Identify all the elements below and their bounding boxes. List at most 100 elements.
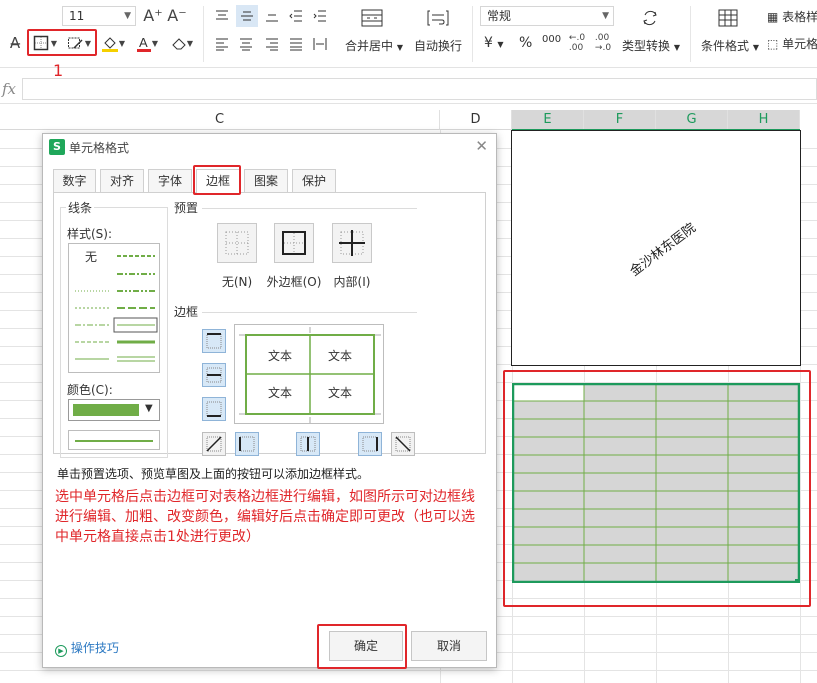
tab-protect[interactable]: 保护 — [292, 169, 336, 193]
close-icon[interactable]: ✕ — [475, 137, 488, 155]
currency-button[interactable]: ¥ ▼ — [484, 35, 504, 51]
tab-pattern[interactable]: 图案 — [244, 169, 288, 193]
conditional-format-icon-button[interactable] — [716, 6, 740, 30]
dialog-titlebar[interactable]: S 单元格格式 ✕ — [43, 134, 496, 160]
preset-outline-label: 外边框(O) — [266, 275, 322, 289]
formula-bar: fx — [0, 76, 817, 104]
color-picker[interactable]: ▼ — [68, 399, 160, 421]
annotation-box-border — [27, 29, 97, 56]
annotation-box-ok — [317, 624, 407, 669]
column-header-h[interactable]: H — [728, 110, 800, 130]
border-bottom-button[interactable] — [202, 397, 226, 421]
tab-align[interactable]: 对齐 — [100, 169, 144, 193]
number-format-combo[interactable]: 常规 ▼ — [480, 6, 614, 26]
dialog-title: 单元格格式 — [69, 141, 130, 155]
merge-center-icon-button[interactable] — [358, 6, 386, 30]
percent-button[interactable]: % — [519, 35, 532, 51]
decrease-decimal-button[interactable]: .00 →.0 — [592, 32, 614, 54]
preset-none-button[interactable] — [217, 223, 257, 263]
eraser-button[interactable]: ▼ — [168, 32, 196, 54]
font-size-value: 11 — [69, 9, 85, 23]
border-middle-v-button[interactable] — [296, 432, 320, 456]
border-right-icon — [362, 436, 378, 452]
border-none-icon — [225, 231, 249, 255]
ribbon-separator — [690, 6, 691, 62]
column-label: G — [686, 112, 697, 127]
distributed-icon — [313, 38, 327, 50]
line-preview — [68, 430, 160, 450]
indent-increase-button[interactable] — [310, 6, 330, 26]
column-header-f[interactable]: F — [584, 110, 656, 130]
column-header-c[interactable]: C — [0, 110, 440, 130]
fx-icon[interactable]: fx — [2, 80, 16, 98]
line-style-list[interactable]: 无 — [68, 243, 160, 373]
border-top-button[interactable] — [202, 329, 226, 353]
border-top-icon — [206, 333, 222, 349]
cell-style-label: 单元格 — [782, 37, 817, 51]
fill-color-button[interactable]: ▼ — [100, 32, 126, 54]
wrap-text-icon-button[interactable] — [424, 6, 452, 30]
thousands-button[interactable]: 000 — [542, 34, 561, 45]
font-grow-button[interactable]: A⁺ — [143, 4, 163, 26]
column-header-e[interactable]: E — [512, 110, 584, 130]
type-convert-icon-button[interactable] — [638, 6, 662, 30]
increase-decimal-icon: ←.0.00 — [568, 33, 586, 53]
font-size-combo[interactable]: 11 ▼ — [62, 6, 136, 26]
preset-outline-button[interactable] — [274, 223, 314, 263]
border-right-button[interactable] — [358, 432, 382, 456]
column-label: H — [758, 112, 769, 127]
merged-cell[interactable]: 金沙林东医院 — [511, 130, 801, 366]
border-hint-text: 单击预置选项、预览草图及上面的按钮可以添加边框样式。 — [57, 467, 370, 481]
tab-font[interactable]: 字体 — [148, 169, 192, 193]
font-shrink-button[interactable]: A⁻ — [167, 4, 187, 26]
font-color-button[interactable]: A ▼ — [134, 32, 160, 54]
align-left-button[interactable] — [212, 34, 232, 54]
tab-number[interactable]: 数字 — [53, 169, 96, 193]
border-vertical-icon — [300, 436, 316, 452]
conditional-format-button[interactable]: 条件格式 ▼ — [701, 37, 759, 54]
align-middle-button[interactable] — [236, 5, 258, 27]
align-bottom-button[interactable] — [262, 6, 282, 26]
cell-style-button[interactable]: ⬚ 单元格 — [767, 35, 817, 52]
align-right-button[interactable] — [262, 34, 282, 54]
line-group-label: 线条 — [66, 199, 95, 216]
align-left-icon — [216, 38, 228, 51]
type-convert-button[interactable]: 类型转换 ▼ — [622, 37, 680, 54]
distributed-button[interactable] — [310, 34, 330, 54]
border-preview-area[interactable]: 文本 文本 文本 文本 — [234, 324, 384, 424]
border-diagonal-down-button[interactable] — [391, 432, 415, 456]
grid-row-line — [0, 670, 817, 671]
tips-link[interactable]: ▶ 操作技巧 — [55, 639, 119, 657]
preset-divider — [202, 208, 417, 209]
indent-decrease-button[interactable] — [286, 6, 306, 26]
chevron-down-icon: ▼ — [752, 43, 759, 52]
column-label: E — [543, 112, 552, 127]
diagonal-up-icon — [206, 436, 222, 452]
font-size-up-label: A⁺ — [143, 5, 163, 25]
chevron-down-icon: ▼ — [186, 38, 194, 48]
increase-decimal-button[interactable]: ←.0.00 — [566, 32, 588, 54]
table-style-button[interactable]: ▦ 表格样 — [767, 8, 817, 25]
chevron-down-icon: ▼ — [124, 11, 131, 21]
justify-button[interactable] — [286, 34, 306, 54]
border-middle-h-button[interactable] — [202, 363, 226, 387]
merge-center-button[interactable]: 合并居中 ▼ — [345, 37, 403, 54]
ribbon-toolbar: 11 ▼ A⁺ A⁻ A̶ ▼ ▼ 1 ▼ A ▼ ▼ 合并居中 ▼ 自动换行 … — [0, 0, 817, 80]
align-top-button[interactable] — [212, 6, 232, 26]
wps-logo-icon: S — [49, 139, 65, 155]
preset-inside-label: 内部(I) — [333, 275, 371, 289]
wrap-text-button[interactable]: 自动换行 — [414, 37, 462, 54]
column-header-g[interactable]: G — [656, 110, 728, 130]
cancel-label: 取消 — [436, 639, 461, 653]
column-header-d[interactable]: D — [440, 110, 512, 130]
preset-inside-button[interactable] — [332, 223, 372, 263]
formula-input[interactable] — [22, 78, 817, 100]
border-diagonal-up-button[interactable] — [202, 432, 226, 456]
column-label: C — [214, 112, 225, 127]
clear-style-button[interactable]: A̶ — [4, 32, 26, 54]
border-left-button[interactable] — [235, 432, 259, 456]
align-center-button[interactable] — [236, 34, 256, 54]
cancel-button[interactable]: 取消 — [411, 631, 487, 661]
eraser-icon — [172, 38, 186, 50]
align-bottom-icon — [266, 14, 278, 22]
